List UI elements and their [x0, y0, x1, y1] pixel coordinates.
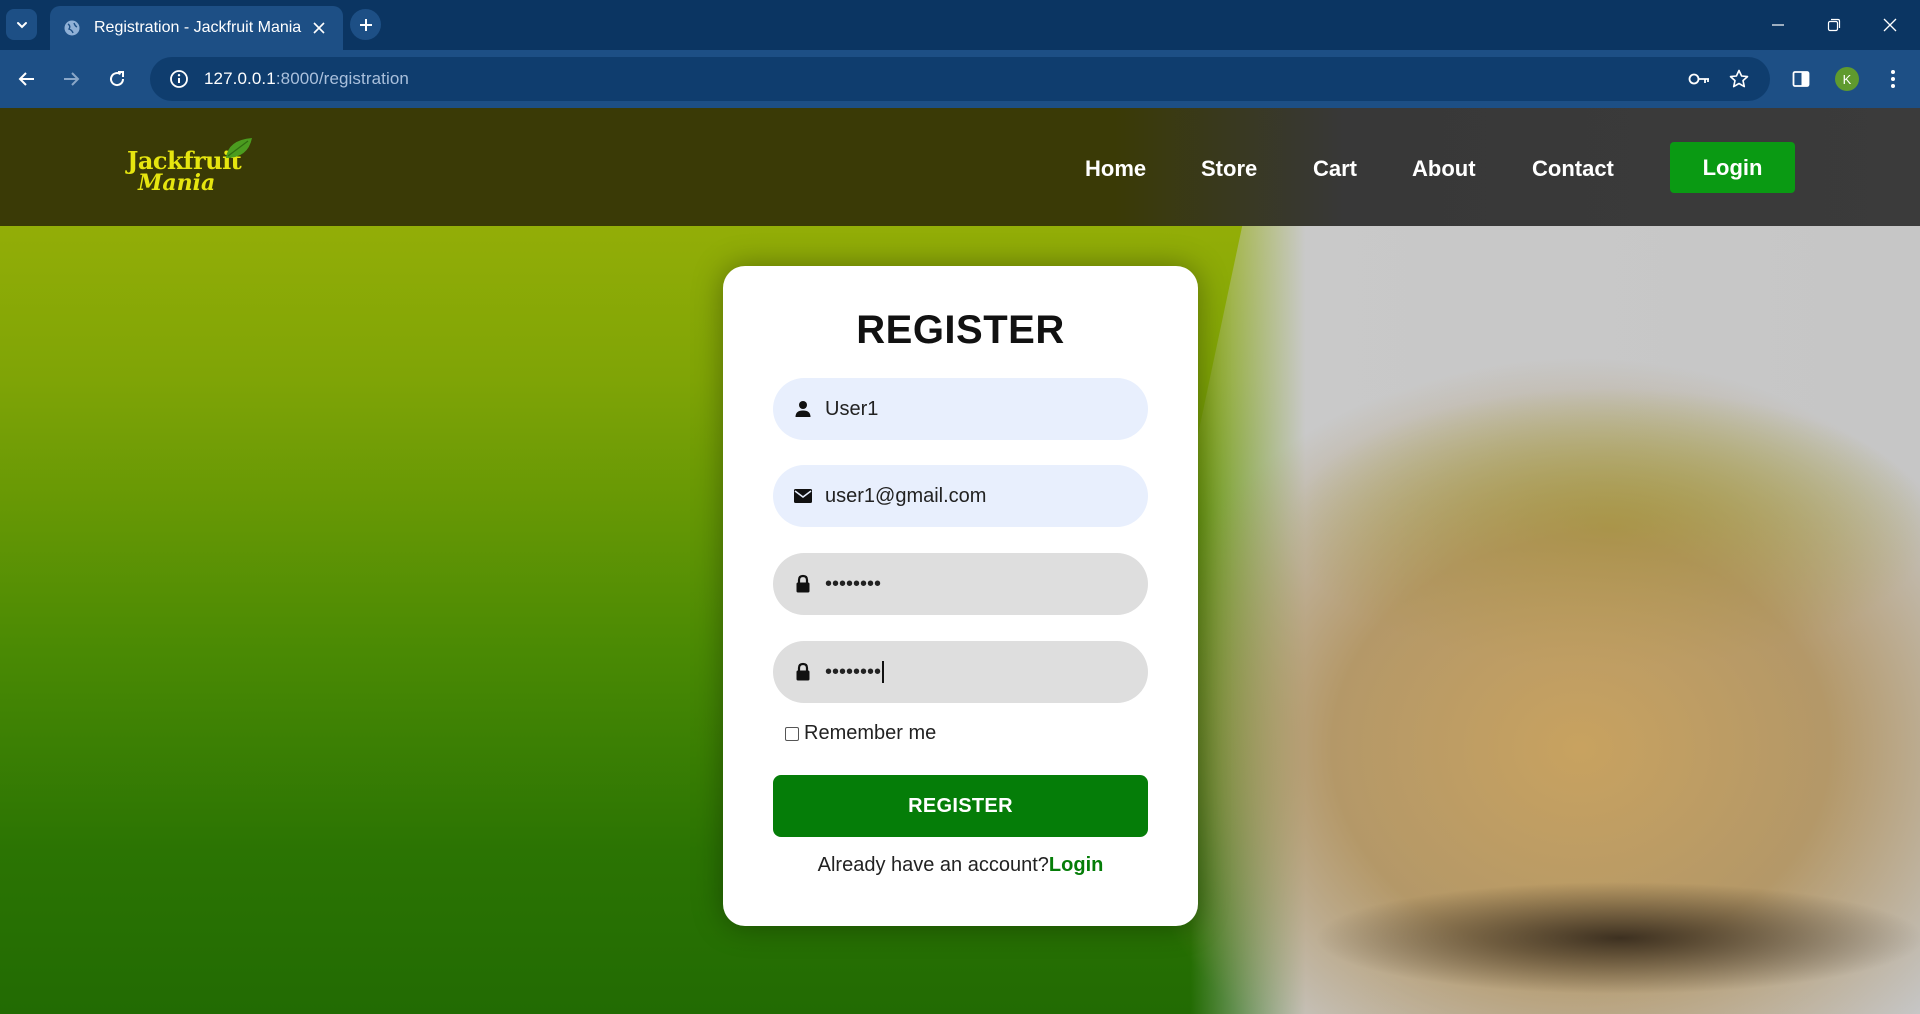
- password-field[interactable]: [773, 553, 1148, 615]
- restore-button[interactable]: [1806, 0, 1862, 50]
- already-text: Already have an account?: [817, 854, 1049, 876]
- address-bar[interactable]: 127.0.0.1:8000/registration: [150, 57, 1770, 101]
- site-logo[interactable]: Jackfruit Mania: [124, 136, 264, 202]
- logo-line2: Mania: [138, 170, 216, 196]
- remember-me[interactable]: Remember me: [785, 722, 936, 745]
- globe-icon: [62, 18, 82, 38]
- browser-tab[interactable]: Registration - Jackfruit Mania: [50, 6, 343, 50]
- username-input[interactable]: [825, 397, 1125, 421]
- login-link[interactable]: Login: [1049, 854, 1103, 876]
- password-input[interactable]: [825, 572, 1125, 596]
- remember-checkbox[interactable]: [785, 726, 799, 741]
- url-path: :8000/registration: [275, 69, 409, 88]
- new-tab-button[interactable]: [350, 9, 381, 40]
- close-icon[interactable]: [309, 18, 329, 38]
- register-heading: REGISTER: [856, 308, 1065, 352]
- key-icon[interactable]: [1684, 64, 1714, 94]
- close-icon: [1883, 18, 1897, 32]
- text-cursor: [882, 661, 884, 684]
- remember-label: Remember me: [804, 722, 937, 744]
- arrow-right-icon: [64, 72, 80, 86]
- forward-button[interactable]: [56, 64, 86, 94]
- mail-icon: [791, 484, 815, 508]
- url-host: 127.0.0.1: [204, 69, 276, 88]
- restore-icon: [1827, 18, 1841, 32]
- confirm-password-value: ••••••••: [825, 660, 882, 683]
- nav-home[interactable]: Home: [1085, 156, 1146, 182]
- minimize-button[interactable]: [1750, 0, 1806, 50]
- star-icon[interactable]: [1724, 64, 1754, 94]
- lock-icon: [791, 572, 815, 596]
- nav-login-button[interactable]: Login: [1670, 142, 1795, 193]
- tab-title: Registration - Jackfruit Mania: [94, 19, 302, 36]
- plus-icon: [359, 18, 372, 31]
- browser-tabstrip: Registration - Jackfruit Mania: [0, 0, 1920, 50]
- close-window-button[interactable]: [1862, 0, 1918, 50]
- profile-avatar[interactable]: K: [1835, 67, 1859, 91]
- background-shadow: [1200, 868, 1920, 1008]
- already-account: Already have an account?Login: [723, 854, 1198, 877]
- side-panel-icon[interactable]: [1786, 64, 1816, 94]
- username-field[interactable]: [773, 378, 1148, 440]
- confirm-password-input[interactable]: ••••••••: [825, 661, 884, 684]
- user-icon: [791, 397, 815, 421]
- url-text: 127.0.0.1:8000/registration: [204, 69, 409, 89]
- tab-search-button[interactable]: [6, 9, 37, 40]
- arrow-left-icon: [18, 72, 34, 86]
- nav-store[interactable]: Store: [1201, 156, 1257, 182]
- chevron-down-icon: [16, 21, 27, 28]
- confirm-password-field[interactable]: ••••••••: [773, 641, 1148, 703]
- reload-icon: [110, 71, 125, 87]
- info-icon[interactable]: [164, 64, 194, 94]
- nav-cart[interactable]: Cart: [1313, 156, 1357, 182]
- leaf-icon: [226, 138, 252, 158]
- browser-toolbar: 127.0.0.1:8000/registration K: [0, 50, 1920, 108]
- email-field[interactable]: [773, 465, 1148, 527]
- nav-about[interactable]: About: [1412, 156, 1476, 182]
- register-card: REGISTER ••••••••: [723, 266, 1198, 926]
- lock-icon: [791, 660, 815, 684]
- page-viewport: Jackfruit Mania Home Store Cart About Co…: [0, 108, 1920, 1014]
- register-button[interactable]: REGISTER: [773, 775, 1148, 837]
- minimize-icon: [1772, 24, 1784, 26]
- nav-contact[interactable]: Contact: [1532, 156, 1614, 182]
- site-header: Jackfruit Mania Home Store Cart About Co…: [0, 108, 1920, 226]
- reload-button[interactable]: [102, 64, 132, 94]
- email-input[interactable]: [825, 484, 1125, 508]
- more-vertical-icon[interactable]: [1878, 64, 1908, 94]
- back-button[interactable]: [12, 64, 42, 94]
